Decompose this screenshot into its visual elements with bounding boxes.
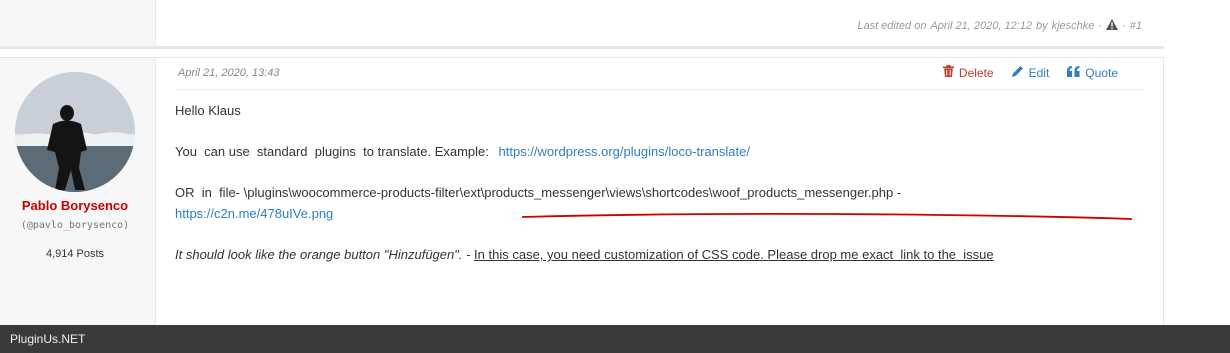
page-gutter [1164,0,1230,325]
author-name[interactable]: Pablo Borysenco [0,198,150,213]
trash-icon [942,65,954,80]
previous-post-author-column [0,0,156,46]
quoted-text: It should look like the orange button "H… [175,247,471,262]
edit-button[interactable]: Edit [1011,65,1050,80]
footer-brand[interactable]: PluginUs.NET [10,332,85,346]
separator: · [1122,20,1126,32]
post-date: April 21, 2020, 13:43 [178,67,280,79]
paragraph-text: You can use standard plugins to translat… [175,144,489,159]
author-post-count: 4,914 Posts [45,248,105,260]
post-number-link[interactable]: #1 [1130,20,1142,32]
author-column: Pablo Borysenco (@pavlo_borysenco) 4,914… [0,58,156,326]
file-path-text: OR in file- \plugins\woocommerce-product… [175,185,902,200]
edit-meta: Last edited on April 21, 2020, 12:12 by … [857,19,1142,33]
post-body: April 21, 2020, 13:43 Delete Edit Quote … [175,58,1143,326]
post-actions: Delete Edit Quote [942,65,1118,80]
author-handle: (@pavlo_borysenco) [20,220,130,231]
quote-icon [1067,65,1080,80]
pencil-icon [1011,65,1024,80]
edit-user-link[interactable]: kjeschke [1052,20,1095,32]
loco-translate-link[interactable]: https://wordpress.org/plugins/loco-trans… [499,144,750,159]
footer-bar: PluginUs.NET [0,325,1230,353]
delete-button[interactable]: Delete [942,65,994,80]
greeting: Hello Klaus [175,103,241,118]
red-underline-annotation [521,212,1133,220]
paragraph: You can use standard plugins to translat… [175,141,1143,162]
avatar[interactable] [15,72,135,192]
edit-prefix: Last edited on [857,20,927,32]
report-warning-icon[interactable] [1106,19,1119,33]
edit-label: Edit [1028,65,1050,80]
edit-date: April 21, 2020, 12:12 [930,20,1032,32]
screenshot-link[interactable]: https://c2n.me/478uIVe.png [175,206,333,221]
delete-label: Delete [958,65,994,80]
reply-text: In this case, you need customization of … [474,247,994,262]
post-content: Hello Klaus You can use standard plugins… [175,100,1143,265]
forum-post: Pablo Borysenco (@pavlo_borysenco) 4,914… [0,57,1164,326]
quote-button[interactable]: Quote [1067,65,1118,80]
edit-by: by [1035,20,1048,32]
previous-post: Last edited on April 21, 2020, 12:12 by … [0,0,1164,49]
quote-label: Quote [1085,65,1118,80]
separator: · [1098,20,1103,32]
post-header: April 21, 2020, 13:43 Delete Edit Quote [175,64,1143,90]
paragraph: It should look like the orange button "H… [175,244,1143,265]
